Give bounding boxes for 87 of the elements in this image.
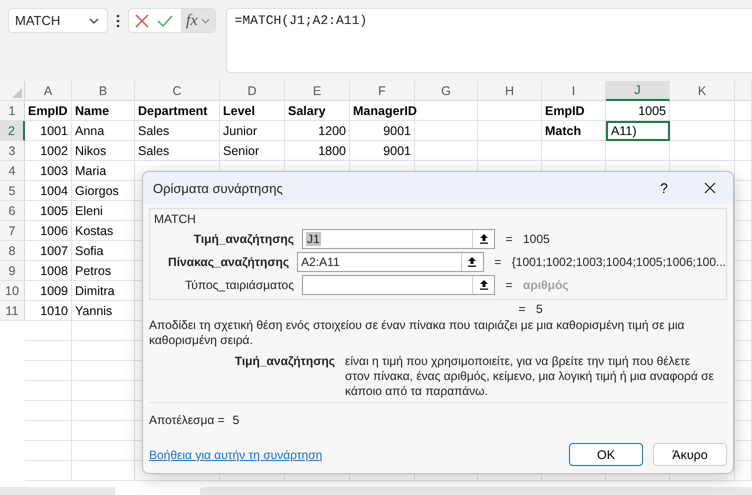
table-cell: 1007 xyxy=(25,241,72,261)
cancel-button[interactable]: Άκυρο xyxy=(653,443,727,466)
table-cell: Senior xyxy=(220,141,285,161)
row-header[interactable]: 5 xyxy=(0,181,25,201)
equals-sign: = xyxy=(493,254,502,268)
column-header[interactable]: A xyxy=(25,81,72,101)
table-cell: 1200 xyxy=(285,121,350,141)
row-header[interactable]: 3 xyxy=(0,141,25,161)
table-cell: Kostas xyxy=(72,221,135,241)
row-header[interactable]: 4 xyxy=(0,161,25,181)
table-cell: 9001 xyxy=(350,121,415,141)
row-header[interactable]: 7 xyxy=(0,221,25,241)
argument-result: αριθμός xyxy=(523,278,569,292)
column-header[interactable]: G xyxy=(415,81,478,101)
formula-field[interactable]: =MATCH(J1;A2:A11) xyxy=(226,8,752,73)
help-link[interactable]: Βοήθεια για αυτήν τη συνάρτηση xyxy=(149,448,322,462)
help-button[interactable]: ? xyxy=(649,174,679,202)
table-cell: Level xyxy=(220,101,285,121)
row-header[interactable]: 8 xyxy=(0,241,25,261)
table-cell: A11) xyxy=(606,121,670,141)
argument-help-label: Τιμή_αναζήτησης xyxy=(234,354,336,370)
column-header[interactable]: J xyxy=(606,81,670,101)
equals-sign: = xyxy=(517,302,526,316)
table-cell: Match xyxy=(542,121,606,141)
table-cell: Junior xyxy=(220,121,285,141)
function-description: Αποδίδει τη σχετική θέση ενός στοιχείου σε έναν πίνακα που ταιριάζει με μια καθορισμένη τιμή σε μια καθορισμένη σειρά. xyxy=(149,318,686,348)
argument-label: Τιμή_αναζήτησης xyxy=(192,232,295,246)
table-cell: Sales xyxy=(135,121,220,141)
column-header[interactable]: H xyxy=(478,81,542,101)
column-header[interactable]: D xyxy=(220,81,285,101)
argument-label: Πίνακας_αναζήτησης xyxy=(167,254,290,268)
table-cell: 1800 xyxy=(285,141,350,161)
name-box[interactable]: MATCH xyxy=(8,8,108,33)
dialog-title: Ορίσματα συνάρτησης xyxy=(153,180,284,196)
function-name: MATCH xyxy=(154,212,196,226)
table-cell: Sales xyxy=(135,141,220,161)
table-cell: Petros xyxy=(72,261,135,281)
row-header[interactable]: 2 xyxy=(0,121,25,141)
table-cell: Dimitra xyxy=(72,281,135,301)
column-header[interactable]: F xyxy=(350,81,415,101)
table-cell: Salary xyxy=(285,101,350,121)
column-header[interactable]: E xyxy=(285,81,350,101)
argument-help-text: είναι η τιμή που χρησιμοποιείτε, για να βρείτε την τιμή που θέλετε στον πίνακα, ένας αριθμός, κείμενο, μια λογική τιμή ή μια αναφορά σε κάποιο από τα παραπάνω. xyxy=(345,354,715,400)
row-header[interactable]: 11 xyxy=(0,301,25,321)
table-cell: 1003 xyxy=(25,161,72,181)
column-header[interactable]: B xyxy=(72,81,135,101)
table-cell: 1001 xyxy=(25,121,72,141)
argument-field[interactable]: J1 xyxy=(302,228,495,248)
row-header[interactable]: 10 xyxy=(0,281,25,301)
formula-result: 5 xyxy=(536,302,543,316)
argument-result: 1005 xyxy=(523,232,550,246)
column-header[interactable]: I xyxy=(542,81,606,101)
result-value: 5 xyxy=(232,413,240,427)
row-header[interactable]: 1 xyxy=(0,101,25,121)
table-cell: Anna xyxy=(72,121,135,141)
insert-function-button[interactable]: fx xyxy=(181,9,215,32)
row-header[interactable]: 9 xyxy=(0,261,25,281)
result-label: Αποτέλεσμα = xyxy=(149,413,225,427)
argument-result: {1001;1002;1003;1004;1005;1006;100... xyxy=(512,254,726,268)
table-cell: Sofia xyxy=(72,241,135,261)
ok-button[interactable]: OK xyxy=(569,443,643,466)
table-cell: 1006 xyxy=(25,221,72,241)
table-cell: Name xyxy=(72,101,135,121)
table-cell: Maria xyxy=(72,161,135,181)
table-cell: 1010 xyxy=(25,301,72,321)
table-cell: Department xyxy=(135,101,220,121)
table-cell: 1005 xyxy=(606,101,670,121)
table-cell: 1004 xyxy=(25,181,72,201)
table-cell: 1009 xyxy=(25,281,72,301)
table-cell: 1005 xyxy=(25,201,72,221)
table-cell: EmpID xyxy=(25,101,72,121)
column-header[interactable]: C xyxy=(135,81,220,101)
table-cell: Eleni xyxy=(72,201,135,221)
row-header[interactable]: 6 xyxy=(0,201,25,221)
argument-field[interactable]: A2:A11 xyxy=(297,252,484,272)
table-cell: 1008 xyxy=(25,261,72,281)
table-cell: Yannis xyxy=(72,301,135,321)
equals-sign: = xyxy=(504,232,514,246)
table-cell: Giorgos xyxy=(72,181,135,201)
equals-sign: = xyxy=(504,278,514,292)
table-cell: 9001 xyxy=(350,141,415,161)
argument-label: Τύπος_ταιριάσματος xyxy=(184,278,295,292)
table-cell: Nikos xyxy=(72,141,135,161)
column-header[interactable]: K xyxy=(670,81,735,101)
table-cell: EmpID xyxy=(542,101,606,121)
table-cell: 1002 xyxy=(25,141,72,161)
table-cell: ManagerID xyxy=(350,101,415,121)
